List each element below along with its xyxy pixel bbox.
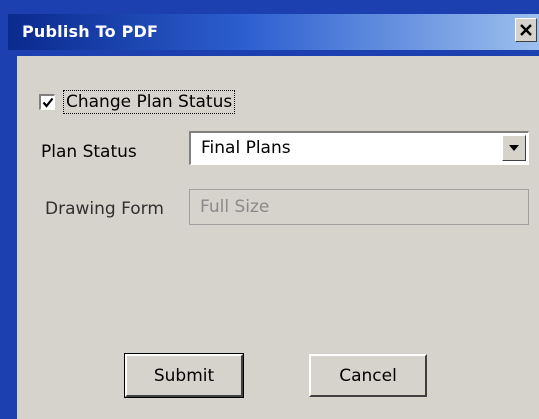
drawing-form-value: Full Size (200, 197, 270, 217)
window-title: Publish To PDF (22, 22, 159, 41)
plan-status-dropdown-button[interactable] (502, 135, 526, 161)
submit-button[interactable]: Submit (124, 353, 244, 398)
plan-status-value: Final Plans (201, 138, 291, 158)
dialog-body: Change Plan Status Plan Status Final Pla… (17, 56, 539, 419)
close-icon (520, 24, 532, 36)
close-button[interactable] (515, 18, 537, 42)
chevron-down-icon (509, 145, 519, 151)
publish-to-pdf-dialog: Publish To PDF Change Plan Status Plan S… (0, 0, 539, 419)
cancel-button[interactable]: Cancel (309, 354, 427, 397)
checkmark-icon (42, 97, 53, 108)
plan-status-label: Plan Status (41, 142, 137, 162)
change-plan-status-label[interactable]: Change Plan Status (63, 90, 236, 114)
plan-status-select[interactable]: Final Plans (189, 131, 529, 165)
change-plan-status-row[interactable]: Change Plan Status (39, 90, 236, 114)
change-plan-status-checkbox[interactable] (39, 94, 55, 110)
drawing-form-field: Full Size (189, 189, 529, 225)
title-bar[interactable]: Publish To PDF (8, 14, 539, 50)
drawing-form-label: Drawing Form (45, 199, 164, 219)
